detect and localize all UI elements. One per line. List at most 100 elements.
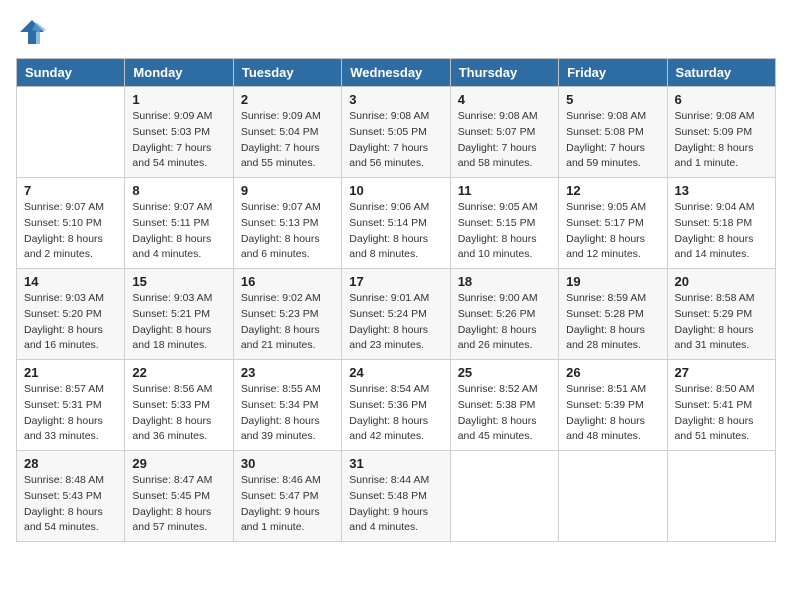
day-number: 9	[241, 183, 334, 198]
calendar-cell: 21 Sunrise: 8:57 AM Sunset: 5:31 PM Dayli…	[17, 360, 125, 451]
calendar-cell: 27 Sunrise: 8:50 AM Sunset: 5:41 PM Dayli…	[667, 360, 775, 451]
day-info: Sunrise: 8:52 AM Sunset: 5:38 PM Dayligh…	[458, 382, 551, 445]
calendar-cell: 22 Sunrise: 8:56 AM Sunset: 5:33 PM Dayli…	[125, 360, 233, 451]
calendar-table: SundayMondayTuesdayWednesdayThursdayFrid…	[16, 58, 776, 542]
calendar-cell: 9Sunrise: 9:07 AM Sunset: 5:13 PM Daylig…	[233, 178, 341, 269]
day-info: Sunrise: 9:05 AM Sunset: 5:17 PM Dayligh…	[566, 200, 659, 263]
calendar-week-row: 21 Sunrise: 8:57 AM Sunset: 5:31 PM Dayli…	[17, 360, 776, 451]
day-number: 3	[349, 92, 442, 107]
calendar-cell	[667, 451, 775, 542]
day-number: 2	[241, 92, 334, 107]
calendar-week-row: 14 Sunrise: 9:03 AM Sunset: 5:20 PM Dayli…	[17, 269, 776, 360]
day-info: Sunrise: 9:05 AM Sunset: 5:15 PM Dayligh…	[458, 200, 551, 263]
weekday-header: Tuesday	[233, 59, 341, 87]
day-number: 12	[566, 183, 659, 198]
day-number: 15	[132, 274, 225, 289]
weekday-header-row: SundayMondayTuesdayWednesdayThursdayFrid…	[17, 59, 776, 87]
calendar-cell: 12 Sunrise: 9:05 AM Sunset: 5:17 PM Dayli…	[559, 178, 667, 269]
day-info: Sunrise: 8:47 AM Sunset: 5:45 PM Dayligh…	[132, 473, 225, 536]
calendar-cell: 6 Sunrise: 9:08 AM Sunset: 5:09 PM Daylig…	[667, 87, 775, 178]
day-info: Sunrise: 9:08 AM Sunset: 5:09 PM Dayligh…	[675, 109, 768, 172]
day-number: 25	[458, 365, 551, 380]
calendar-cell: 10 Sunrise: 9:06 AM Sunset: 5:14 PM Dayli…	[342, 178, 450, 269]
day-info: Sunrise: 8:44 AM Sunset: 5:48 PM Dayligh…	[349, 473, 442, 536]
day-info: Sunrise: 9:08 AM Sunset: 5:08 PM Dayligh…	[566, 109, 659, 172]
day-number: 14	[24, 274, 117, 289]
day-info: Sunrise: 8:58 AM Sunset: 5:29 PM Dayligh…	[675, 291, 768, 354]
calendar-cell: 20 Sunrise: 8:58 AM Sunset: 5:29 PM Dayli…	[667, 269, 775, 360]
day-info: Sunrise: 8:50 AM Sunset: 5:41 PM Dayligh…	[675, 382, 768, 445]
day-number: 13	[675, 183, 768, 198]
day-info: Sunrise: 9:07 AM Sunset: 5:10 PM Dayligh…	[24, 200, 117, 263]
calendar-cell: 8 Sunrise: 9:07 AM Sunset: 5:11 PM Daylig…	[125, 178, 233, 269]
calendar-cell: 7Sunrise: 9:07 AM Sunset: 5:10 PM Daylig…	[17, 178, 125, 269]
calendar-cell: 24 Sunrise: 8:54 AM Sunset: 5:36 PM Dayli…	[342, 360, 450, 451]
day-number: 24	[349, 365, 442, 380]
logo-icon	[16, 16, 48, 48]
day-number: 29	[132, 456, 225, 471]
calendar-cell: 4Sunrise: 9:08 AM Sunset: 5:07 PM Daylig…	[450, 87, 558, 178]
weekday-header: Monday	[125, 59, 233, 87]
day-info: Sunrise: 9:04 AM Sunset: 5:18 PM Dayligh…	[675, 200, 768, 263]
day-number: 31	[349, 456, 442, 471]
day-info: Sunrise: 9:09 AM Sunset: 5:04 PM Dayligh…	[241, 109, 334, 172]
day-info: Sunrise: 8:48 AM Sunset: 5:43 PM Dayligh…	[24, 473, 117, 536]
calendar-cell: 2 Sunrise: 9:09 AM Sunset: 5:04 PM Daylig…	[233, 87, 341, 178]
calendar-cell: 30 Sunrise: 8:46 AM Sunset: 5:47 PM Dayli…	[233, 451, 341, 542]
weekday-header: Friday	[559, 59, 667, 87]
day-number: 21	[24, 365, 117, 380]
calendar-cell	[450, 451, 558, 542]
logo	[16, 16, 52, 48]
calendar-cell: 14 Sunrise: 9:03 AM Sunset: 5:20 PM Dayli…	[17, 269, 125, 360]
day-number: 28	[24, 456, 117, 471]
calendar-cell	[559, 451, 667, 542]
calendar-cell: 1 Sunrise: 9:09 AM Sunset: 5:03 PM Daylig…	[125, 87, 233, 178]
day-number: 17	[349, 274, 442, 289]
day-info: Sunrise: 9:08 AM Sunset: 5:05 PM Dayligh…	[349, 109, 442, 172]
day-info: Sunrise: 8:46 AM Sunset: 5:47 PM Dayligh…	[241, 473, 334, 536]
day-info: Sunrise: 9:03 AM Sunset: 5:20 PM Dayligh…	[24, 291, 117, 354]
calendar-week-row: 28 Sunrise: 8:48 AM Sunset: 5:43 PM Dayli…	[17, 451, 776, 542]
calendar-cell: 28 Sunrise: 8:48 AM Sunset: 5:43 PM Dayli…	[17, 451, 125, 542]
weekday-header: Thursday	[450, 59, 558, 87]
calendar-week-row: 7Sunrise: 9:07 AM Sunset: 5:10 PM Daylig…	[17, 178, 776, 269]
day-info: Sunrise: 9:09 AM Sunset: 5:03 PM Dayligh…	[132, 109, 225, 172]
day-info: Sunrise: 8:59 AM Sunset: 5:28 PM Dayligh…	[566, 291, 659, 354]
calendar-cell: 18 Sunrise: 9:00 AM Sunset: 5:26 PM Dayli…	[450, 269, 558, 360]
calendar-cell: 23 Sunrise: 8:55 AM Sunset: 5:34 PM Dayli…	[233, 360, 341, 451]
day-number: 8	[132, 183, 225, 198]
day-number: 26	[566, 365, 659, 380]
day-info: Sunrise: 8:54 AM Sunset: 5:36 PM Dayligh…	[349, 382, 442, 445]
day-number: 27	[675, 365, 768, 380]
day-number: 5	[566, 92, 659, 107]
day-number: 30	[241, 456, 334, 471]
weekday-header: Sunday	[17, 59, 125, 87]
day-number: 23	[241, 365, 334, 380]
calendar-week-row: 1 Sunrise: 9:09 AM Sunset: 5:03 PM Daylig…	[17, 87, 776, 178]
day-number: 1	[132, 92, 225, 107]
calendar-cell: 17Sunrise: 9:01 AM Sunset: 5:24 PM Dayli…	[342, 269, 450, 360]
calendar-cell: 15 Sunrise: 9:03 AM Sunset: 5:21 PM Dayli…	[125, 269, 233, 360]
day-info: Sunrise: 8:55 AM Sunset: 5:34 PM Dayligh…	[241, 382, 334, 445]
calendar-cell: 16Sunrise: 9:02 AM Sunset: 5:23 PM Dayli…	[233, 269, 341, 360]
day-number: 18	[458, 274, 551, 289]
weekday-header: Wednesday	[342, 59, 450, 87]
weekday-header: Saturday	[667, 59, 775, 87]
calendar-cell: 31 Sunrise: 8:44 AM Sunset: 5:48 PM Dayli…	[342, 451, 450, 542]
day-number: 16	[241, 274, 334, 289]
day-info: Sunrise: 8:51 AM Sunset: 5:39 PM Dayligh…	[566, 382, 659, 445]
day-info: Sunrise: 8:56 AM Sunset: 5:33 PM Dayligh…	[132, 382, 225, 445]
day-info: Sunrise: 9:03 AM Sunset: 5:21 PM Dayligh…	[132, 291, 225, 354]
day-number: 10	[349, 183, 442, 198]
calendar-cell: 29 Sunrise: 8:47 AM Sunset: 5:45 PM Dayli…	[125, 451, 233, 542]
day-number: 6	[675, 92, 768, 107]
day-info: Sunrise: 9:08 AM Sunset: 5:07 PM Dayligh…	[458, 109, 551, 172]
calendar-cell: 13 Sunrise: 9:04 AM Sunset: 5:18 PM Dayli…	[667, 178, 775, 269]
day-number: 22	[132, 365, 225, 380]
day-info: Sunrise: 9:06 AM Sunset: 5:14 PM Dayligh…	[349, 200, 442, 263]
day-info: Sunrise: 9:00 AM Sunset: 5:26 PM Dayligh…	[458, 291, 551, 354]
day-info: Sunrise: 8:57 AM Sunset: 5:31 PM Dayligh…	[24, 382, 117, 445]
day-info: Sunrise: 9:07 AM Sunset: 5:11 PM Dayligh…	[132, 200, 225, 263]
calendar-cell	[17, 87, 125, 178]
day-number: 20	[675, 274, 768, 289]
